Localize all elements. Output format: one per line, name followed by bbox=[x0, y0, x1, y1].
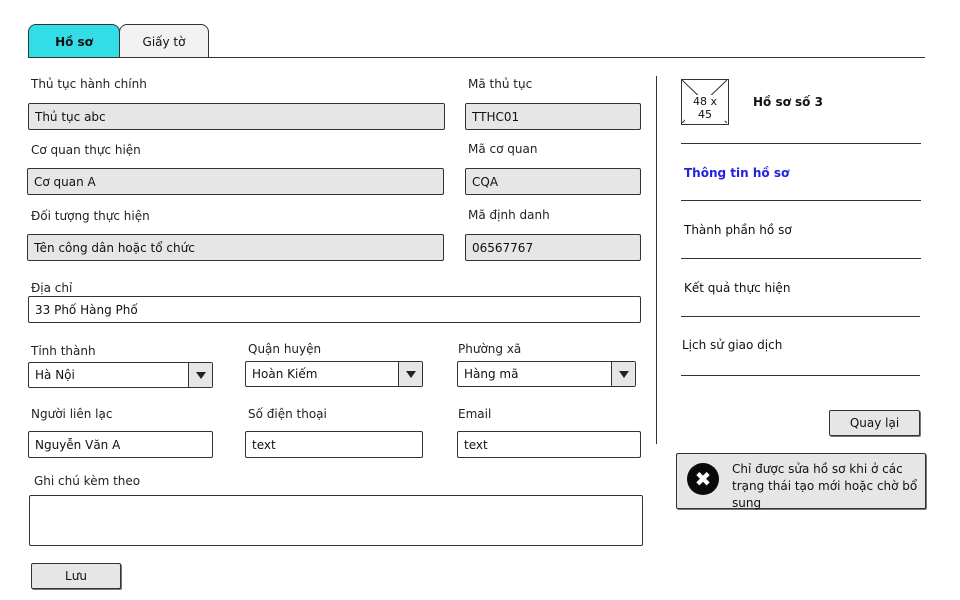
tab-giay-to-label: Giấy tờ bbox=[142, 34, 186, 49]
ma-dinh-danh-field[interactable]: 06567767 bbox=[465, 234, 641, 261]
record-title: Hồ sơ số 3 bbox=[753, 95, 823, 109]
thu-tuc-label: Thủ tục hành chính bbox=[31, 77, 147, 91]
tinh-thanh-select[interactable]: Hà Nội bbox=[28, 362, 213, 388]
back-button[interactable]: Quay lại bbox=[829, 410, 920, 436]
co-quan-label: Cơ quan thực hiện bbox=[31, 143, 141, 157]
nav-lich-su-giao-dich[interactable]: Lịch sử giao dịch bbox=[682, 338, 782, 352]
quan-huyen-label: Quận huyện bbox=[248, 342, 322, 356]
save-button[interactable]: Lưu bbox=[31, 563, 121, 589]
phuong-xa-value: Hàng mã bbox=[464, 367, 519, 381]
nav-thanh-phan-ho-so[interactable]: Thành phần hồ sơ bbox=[684, 223, 792, 237]
email-input[interactable]: text bbox=[457, 431, 641, 458]
tinh-thanh-label: Tỉnh thành bbox=[31, 344, 96, 358]
tab-ho-so[interactable]: Hồ sơ bbox=[28, 24, 120, 58]
back-button-label: Quay lại bbox=[849, 416, 900, 430]
co-quan-field[interactable]: Cơ quan A bbox=[27, 168, 444, 195]
phuong-xa-label: Phường xã bbox=[458, 342, 522, 356]
nav-thong-tin-ho-so[interactable]: Thông tin hồ sơ bbox=[684, 166, 789, 180]
ghi-chu-label: Ghi chú kèm theo bbox=[34, 474, 141, 488]
chevron-down-icon[interactable] bbox=[188, 363, 212, 387]
nguoi-lien-lac-input[interactable]: Nguyễn Văn A bbox=[28, 431, 213, 458]
tab-ho-so-label: Hồ sơ bbox=[55, 34, 93, 49]
so-dien-thoai-label: Số điện thoại bbox=[248, 407, 327, 421]
doi-tuong-field[interactable]: Tên công dân hoặc tổ chức bbox=[27, 234, 444, 261]
phuong-xa-select[interactable]: Hàng mã bbox=[457, 361, 636, 387]
nav-ket-qua-thuc-hien[interactable]: Kết quả thực hiện bbox=[684, 281, 790, 295]
ma-co-quan-label: Mã cơ quan bbox=[468, 142, 538, 156]
image-placeholder: 48 x 45 bbox=[681, 79, 729, 125]
panel-divider bbox=[656, 76, 657, 444]
quan-huyen-select[interactable]: Hoàn Kiếm bbox=[245, 361, 423, 387]
ghi-chu-textarea[interactable] bbox=[29, 495, 643, 546]
save-button-label: Lưu bbox=[65, 569, 87, 583]
dia-chi-label: Địa chỉ bbox=[31, 281, 73, 295]
thu-tuc-field[interactable]: Thủ tục abc bbox=[28, 103, 445, 130]
tinh-thanh-value: Hà Nội bbox=[35, 368, 75, 382]
close-circle-icon: ✖ bbox=[687, 463, 719, 495]
dia-chi-input[interactable]: 33 Phố Hàng Phố bbox=[28, 296, 641, 323]
doi-tuong-label: Đối tượng thực hiện bbox=[31, 209, 150, 223]
divider bbox=[681, 143, 921, 144]
tab-giay-to[interactable]: Giấy tờ bbox=[119, 24, 209, 58]
ma-thu-tuc-field[interactable]: TTHC01 bbox=[465, 103, 641, 130]
quan-huyen-value: Hoàn Kiếm bbox=[252, 367, 318, 381]
image-placeholder-size: 48 x 45 bbox=[685, 95, 725, 121]
ma-co-quan-field[interactable]: CQA bbox=[465, 168, 641, 195]
divider bbox=[681, 316, 920, 317]
ma-thu-tuc-label: Mã thủ tục bbox=[468, 77, 533, 91]
email-label: Email bbox=[458, 407, 492, 421]
alert-message: Chỉ được sửa hồ sơ khi ở các trạng thái … bbox=[732, 462, 918, 510]
chevron-down-icon[interactable] bbox=[398, 362, 422, 386]
chevron-down-icon[interactable] bbox=[611, 362, 635, 386]
warning-alert: ✖ Chỉ được sửa hồ sơ khi ở các trạng thá… bbox=[676, 453, 926, 510]
ma-dinh-danh-label: Mã định danh bbox=[468, 208, 550, 222]
divider bbox=[681, 200, 921, 201]
so-dien-thoai-input[interactable]: text bbox=[245, 431, 423, 458]
divider bbox=[681, 258, 921, 259]
nguoi-lien-lac-label: Người liên lạc bbox=[31, 407, 113, 421]
tab-divider bbox=[28, 57, 925, 58]
divider bbox=[681, 375, 920, 376]
